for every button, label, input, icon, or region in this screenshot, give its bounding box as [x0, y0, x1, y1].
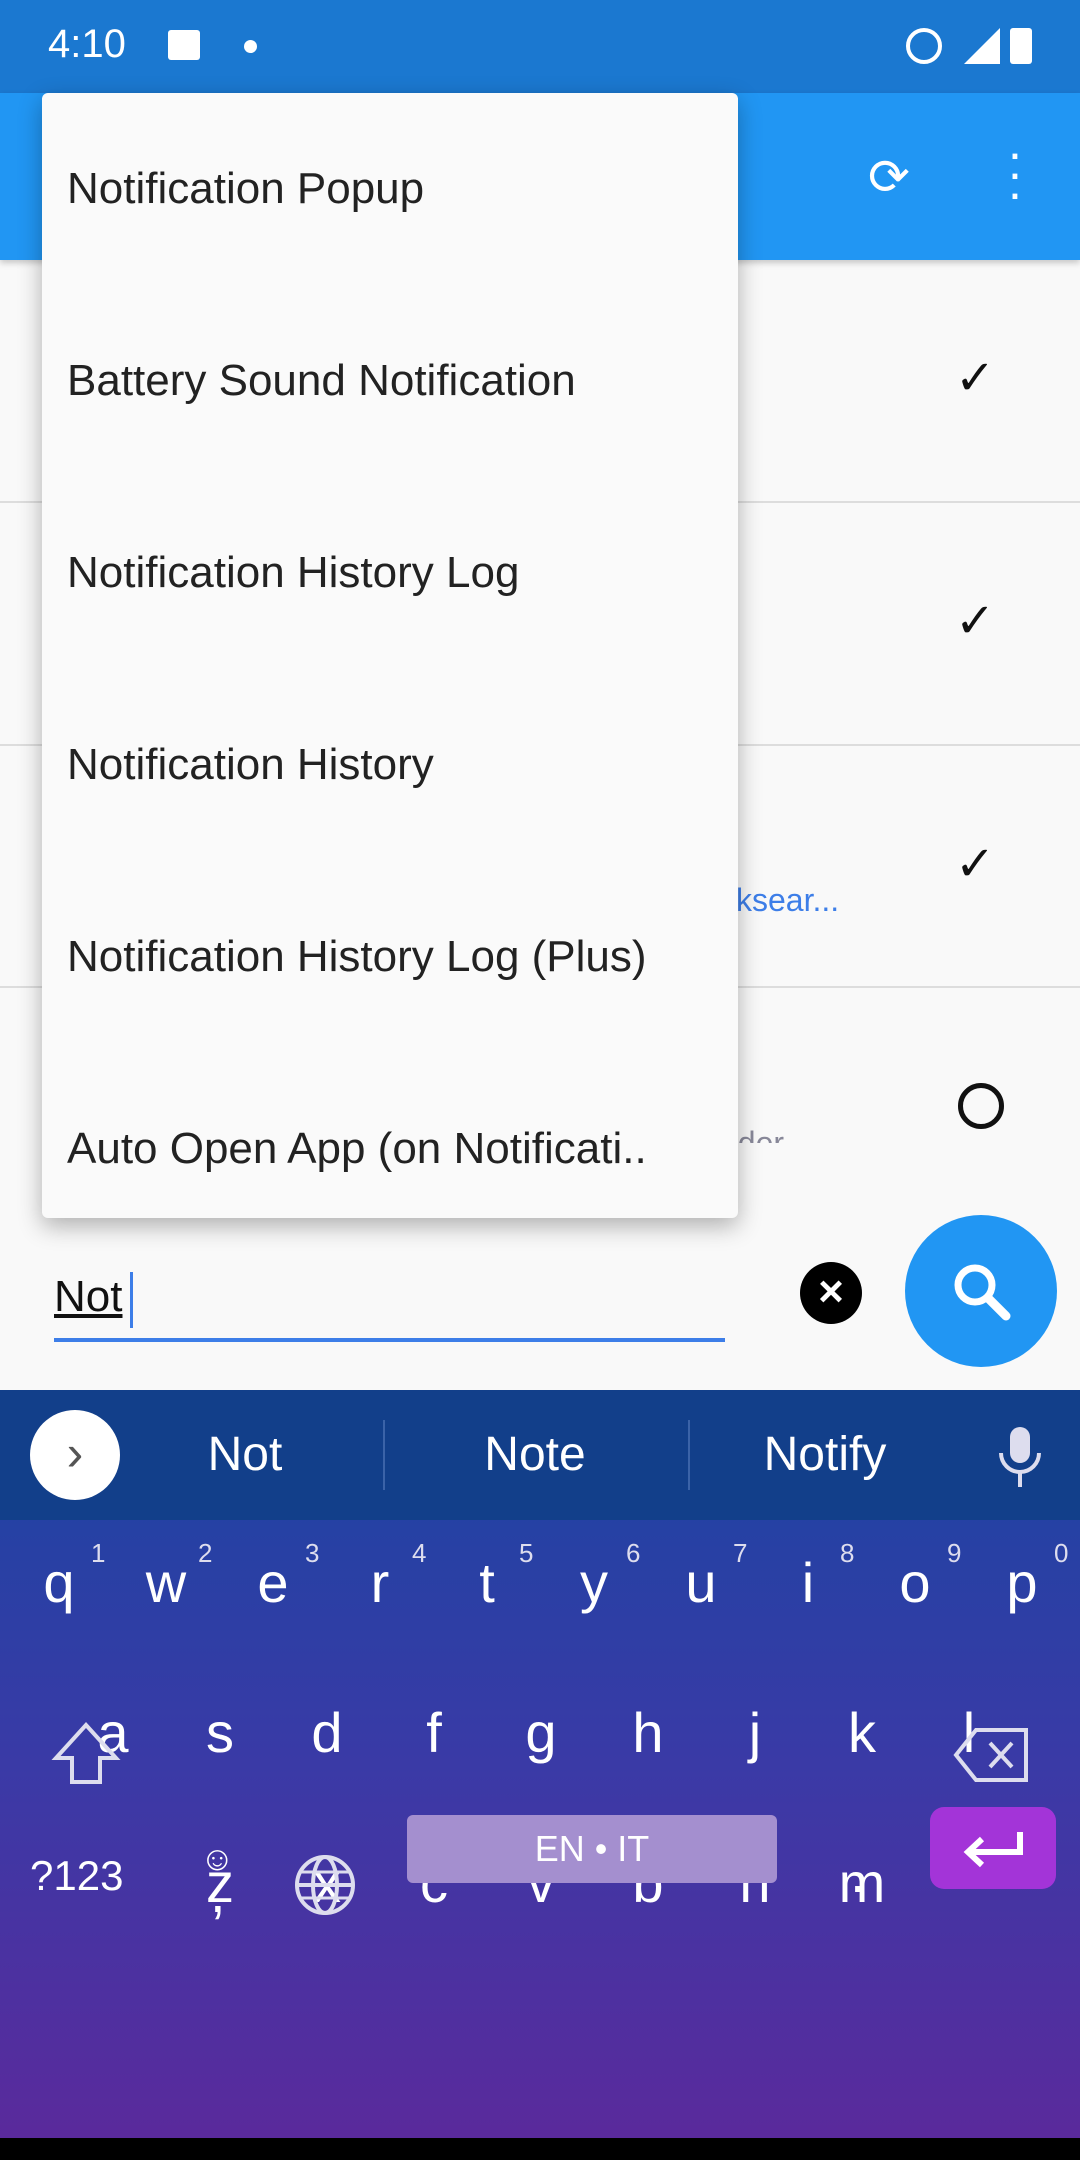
comma-key[interactable]: ,	[210, 1860, 226, 1925]
suggestion[interactable]: Notify	[715, 1390, 935, 1520]
menu-item[interactable]: Auto Open App (on Notificati..	[42, 1053, 738, 1245]
symbols-key[interactable]: ?123	[30, 1852, 123, 1900]
enter-key[interactable]	[930, 1807, 1056, 1889]
status-time: 4:10	[48, 22, 126, 66]
key-h[interactable]: h	[598, 1700, 698, 1765]
signal-no-sim-icon	[964, 28, 1000, 64]
search-input[interactable]: Not	[54, 1272, 122, 1322]
menu-item[interactable]: Battery Sound Notification	[42, 285, 738, 477]
enter-icon	[963, 1832, 1023, 1868]
search-button[interactable]	[905, 1215, 1057, 1367]
key-hint: 9	[947, 1538, 962, 1568]
menu-item[interactable]: Notification History Log (Plus)	[42, 861, 738, 1053]
clear-icon[interactable]: ×	[800, 1262, 862, 1324]
shift-icon[interactable]	[50, 1720, 122, 1790]
battery-icon	[1010, 28, 1032, 64]
more-options-icon[interactable]: · · ·	[1000, 128, 1030, 218]
key-hint: 7	[733, 1538, 748, 1568]
key-hint: 5	[519, 1538, 534, 1568]
key-hint: 3	[305, 1538, 320, 1568]
blocked-icon[interactable]	[958, 1083, 1004, 1129]
alarm-icon	[906, 28, 942, 64]
key-s[interactable]: s	[170, 1700, 270, 1765]
key-k[interactable]: k	[812, 1700, 912, 1765]
refresh-icon[interactable]: ⟳	[868, 148, 910, 206]
key-hint: 2	[198, 1538, 213, 1568]
check-icon[interactable]: ✓	[955, 836, 995, 892]
expand-toolbar-button[interactable]: ›	[30, 1410, 120, 1500]
search-icon	[954, 1264, 1011, 1321]
key-d[interactable]: d	[277, 1700, 377, 1765]
divider	[688, 1420, 690, 1490]
key-hint: 4	[412, 1538, 427, 1568]
message-notification-icon	[168, 30, 200, 60]
menu-item[interactable]: Notification Popup	[42, 93, 738, 285]
key-g[interactable]: g	[491, 1700, 591, 1765]
suggestion[interactable]: Not	[145, 1390, 345, 1520]
menu-item[interactable]: Notification History	[42, 669, 738, 861]
dot-icon	[244, 40, 257, 53]
text-caret	[130, 1272, 133, 1328]
divider	[383, 1420, 385, 1490]
globe-icon[interactable]	[292, 1852, 358, 1918]
space-bar[interactable]: EN • IT	[407, 1815, 777, 1883]
check-icon[interactable]: ✓	[955, 350, 995, 406]
suggestion-bar: › Not Note Notify	[0, 1390, 1080, 1520]
key-hint: 8	[840, 1538, 855, 1568]
backspace-icon[interactable]	[952, 1725, 1032, 1785]
key-hint: 1	[91, 1538, 106, 1568]
key-hint: 6	[626, 1538, 641, 1568]
search-input-underline	[54, 1338, 725, 1342]
key-hint: 0	[1054, 1538, 1069, 1568]
key-j[interactable]: j	[705, 1700, 805, 1765]
menu-item[interactable]: Notification History Log	[42, 477, 738, 669]
navigation-bar	[0, 2138, 1080, 2160]
microphone-icon[interactable]	[995, 1425, 1045, 1489]
check-icon[interactable]: ✓	[955, 593, 995, 649]
keyboard: › Not Note Notify q1w2e3r4t5y6u7i8o9p0as…	[0, 1390, 1080, 2138]
period-key[interactable]: .	[850, 1840, 866, 1905]
suggestion[interactable]: Note	[420, 1390, 650, 1520]
status-bar: 4:10	[0, 0, 1080, 93]
key-f[interactable]: f	[384, 1700, 484, 1765]
autocomplete-dropdown: Notification Popup Battery Sound Notific…	[42, 93, 738, 1218]
